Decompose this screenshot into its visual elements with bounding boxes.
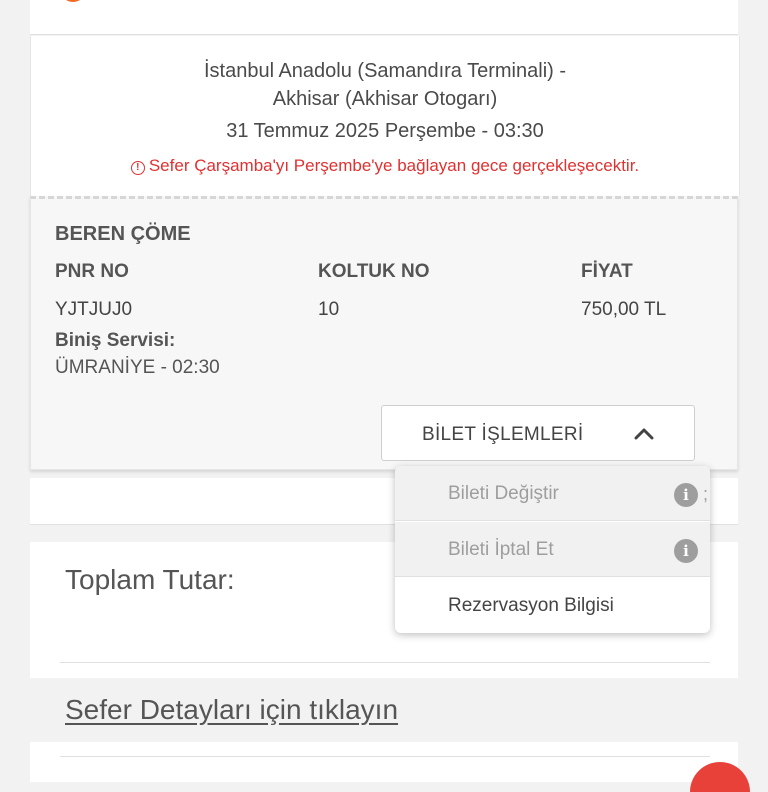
trip-details-link[interactable]: Sefer Detayları için tıklayın (65, 694, 398, 726)
passenger-ticket-card: BEREN ÇÖME PNR NO KOLTUK NO FİYAT YJTJUJ… (30, 196, 738, 470)
header-logo-bar (30, 0, 738, 35)
chevron-up-icon (634, 428, 654, 440)
total-amount-label: Toplam Tutar: (65, 564, 235, 595)
ticket-operations-menu: Bileti Değiştir i ; Bileti İptal Et i Re… (395, 466, 710, 633)
bottom-card (30, 742, 738, 782)
boarding-service-value: ÜMRANİYE - 02:30 (55, 357, 220, 378)
menu-item-change-ticket[interactable]: Bileti Değiştir i ; (395, 466, 710, 521)
info-circle-icon: ! (130, 161, 145, 175)
trip-info-card: İstanbul Anadolu (Samandıra Terminali) -… (30, 36, 740, 196)
menu-item-cancel-ticket[interactable]: Bileti İptal Et i (395, 522, 710, 577)
ticket-operations-label: BİLET İŞLEMLERİ (422, 424, 584, 445)
passenger-name: BEREN ÇÖME (55, 223, 191, 245)
menu-item-reservation-info[interactable]: Rezervasyon Bilgisi (395, 578, 710, 633)
info-icon[interactable]: i (674, 539, 698, 563)
menu-item-label: Bileti Değiştir (448, 483, 559, 504)
overnight-notice: ! Sefer Çarşamba'yı Perşembe'ye bağlayan … (31, 156, 739, 176)
divider (60, 756, 710, 757)
notice-text: Sefer Çarşamba'yı Perşembe'ye bağlayan g… (148, 156, 640, 175)
trip-date: 31 Temmuz 2025 Perşembe - 03:30 (226, 120, 544, 142)
menu-item-suffix: ; (703, 484, 709, 504)
brand-logo-icon (60, 0, 86, 2)
pnr-value: YJTJUJ0 (55, 299, 133, 320)
route-line-1: İstanbul Anadolu (Samandıra Terminali) - (203, 60, 567, 82)
pnr-label: PNR NO (55, 261, 129, 282)
seat-value: 10 (318, 299, 340, 320)
seat-label: KOLTUK NO (318, 261, 430, 282)
price-label: FİYAT (581, 261, 633, 282)
details-card: Sefer Detayları için tıklayın (30, 680, 738, 742)
boarding-service-label: Biniş Servisi: (55, 330, 176, 351)
price-value: 750,00 TL (581, 299, 667, 320)
menu-item-label: Rezervasyon Bilgisi (448, 595, 614, 616)
ticket-operations-button[interactable]: BİLET İŞLEMLERİ (381, 405, 695, 461)
info-icon[interactable]: i (674, 483, 698, 507)
menu-item-label: Bileti İptal Et (448, 539, 554, 560)
divider (60, 662, 710, 663)
route-line-2: Akhisar (Akhisar Otogarı) (272, 88, 498, 110)
